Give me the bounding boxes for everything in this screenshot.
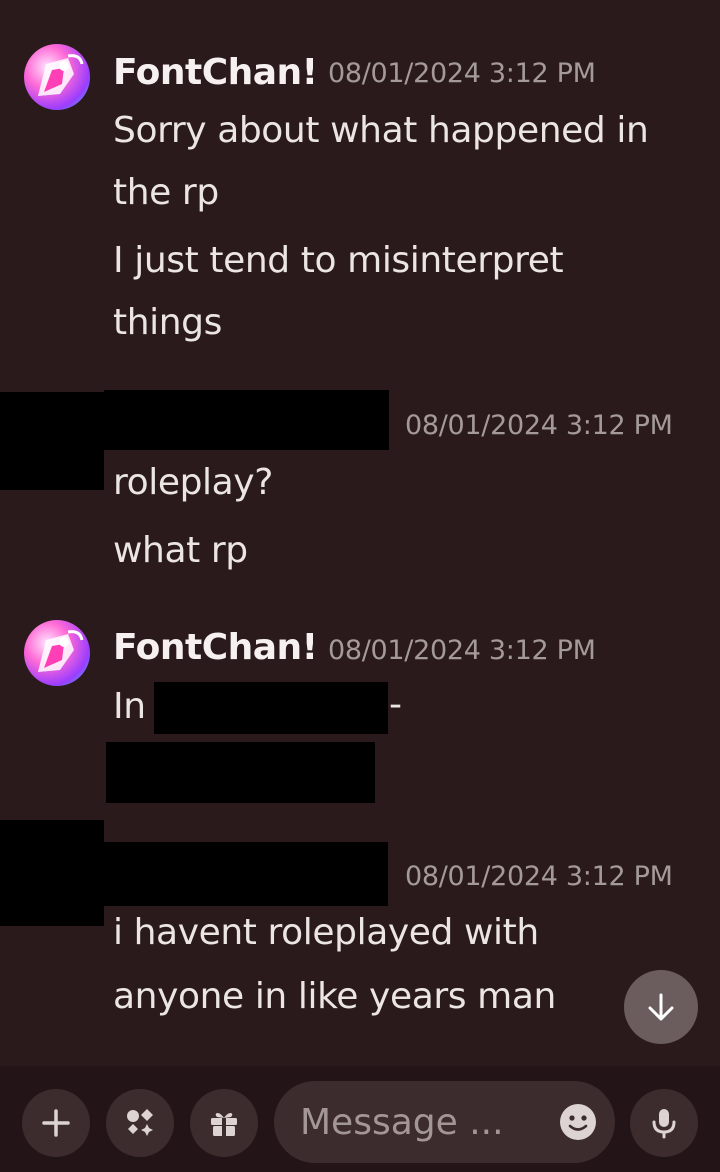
message-timestamp: 08/01/2024 3:12 PM — [405, 410, 673, 441]
microphone-icon — [652, 1109, 676, 1139]
message-line: the rp — [113, 172, 219, 213]
redacted-author — [104, 842, 388, 906]
avatar-image — [38, 54, 84, 96]
message-input-container — [274, 1081, 615, 1163]
message-timestamp: 08/01/2024 3:12 PM — [328, 635, 596, 666]
avatar-image — [38, 630, 84, 672]
apps-icon — [127, 1109, 153, 1136]
message-author[interactable]: FontChan! — [113, 627, 318, 668]
message-timestamp: 08/01/2024 3:12 PM — [405, 861, 673, 892]
message-timestamp: 08/01/2024 3:12 PM — [328, 58, 596, 89]
message-input[interactable] — [298, 1097, 532, 1147]
gift-icon — [211, 1112, 237, 1136]
emoji-icon — [560, 1104, 596, 1140]
message-author[interactable]: FontChan! — [113, 52, 318, 93]
add-attachment-button[interactable] — [22, 1089, 90, 1157]
redacted-text — [154, 682, 388, 734]
voice-message-button[interactable] — [630, 1089, 698, 1157]
message-line: - — [389, 684, 402, 725]
message-line: Sorry about what happened in — [113, 110, 649, 151]
arrow-down-icon — [648, 993, 674, 1021]
user-avatar[interactable] — [24, 620, 90, 686]
emoji-button[interactable] — [558, 1102, 598, 1142]
message-line: In — [113, 686, 146, 727]
redacted-avatar — [0, 820, 104, 926]
redacted-author — [104, 390, 389, 450]
gift-button[interactable] — [190, 1089, 258, 1157]
message-line: what rp — [113, 530, 248, 571]
apps-button[interactable] — [106, 1089, 174, 1157]
message-line: things — [113, 302, 222, 343]
message-line: i havent roleplayed with — [113, 912, 539, 953]
redacted-text — [106, 742, 375, 803]
redacted-avatar — [0, 392, 104, 490]
message-line: roleplay? — [113, 462, 273, 503]
message-line: anyone in like years man — [113, 976, 556, 1017]
user-avatar[interactable] — [24, 44, 90, 110]
plus-icon — [42, 1109, 70, 1137]
message-line: I just tend to misinterpret — [113, 240, 564, 281]
jump-to-present-button[interactable] — [624, 970, 698, 1044]
